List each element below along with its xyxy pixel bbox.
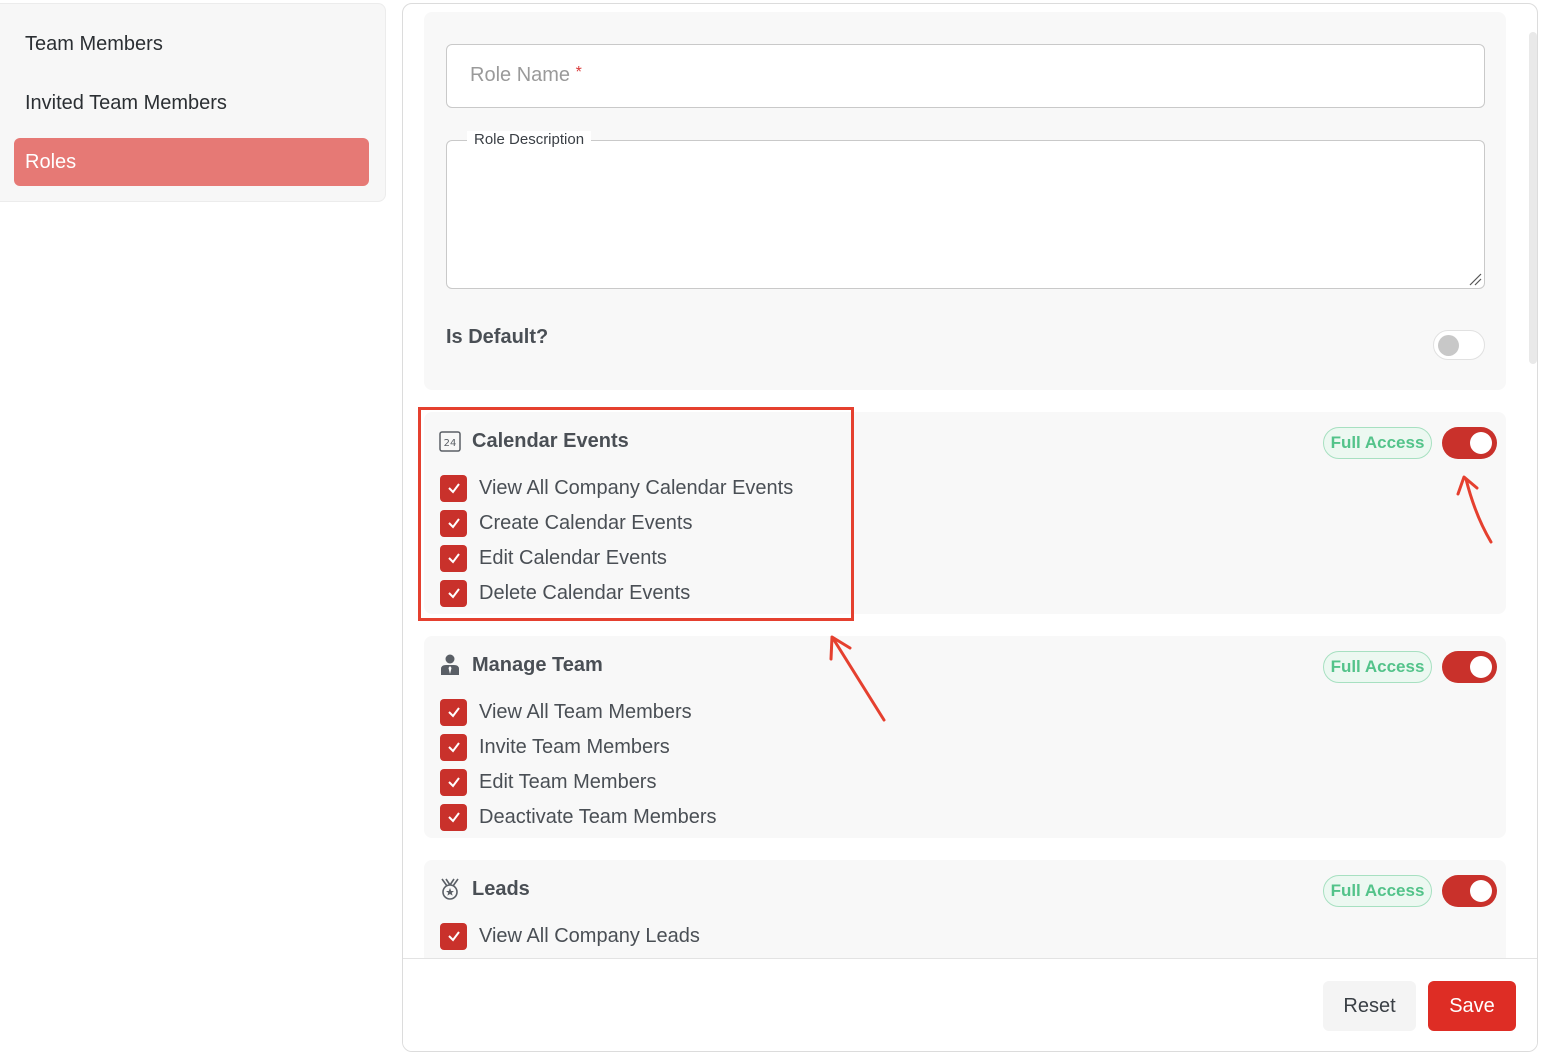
permission-row[interactable]: Edit Calendar Events <box>440 544 667 572</box>
checkbox-checked[interactable] <box>440 733 467 761</box>
permission-row[interactable]: Edit Team Members <box>440 768 656 796</box>
permission-card-manage-team: Manage Team Full Access View All Team Me… <box>424 636 1506 838</box>
permission-label: Invite Team Members <box>479 735 670 758</box>
permission-row[interactable]: Create Calendar Events <box>440 509 692 537</box>
team-member-icon <box>441 654 459 675</box>
save-button[interactable]: Save <box>1428 981 1516 1031</box>
resize-grip-icon[interactable] <box>1468 272 1482 286</box>
permission-title: Calendar Events <box>472 430 629 452</box>
required-mark: * <box>575 64 582 81</box>
check-icon <box>447 518 460 529</box>
sidebar-item-team-members[interactable]: Team Members <box>14 20 369 68</box>
sidebar-item-invited-team-members[interactable]: Invited Team Members <box>14 79 369 127</box>
permission-label: View All Team Members <box>479 700 692 723</box>
checkbox-checked[interactable] <box>440 544 467 572</box>
permission-label: Edit Team Members <box>479 770 657 793</box>
check-icon <box>447 931 460 942</box>
vertical-scrollbar[interactable] <box>1529 32 1537 364</box>
permission-label: Create Calendar Events <box>479 511 693 534</box>
checkbox-checked[interactable] <box>440 509 467 537</box>
role-name-placeholder: Role Name * <box>470 64 582 86</box>
check-icon <box>447 483 460 494</box>
form-footer: Reset Save <box>403 958 1537 1051</box>
medal-icon <box>441 878 459 900</box>
calendar-events-toggle[interactable] <box>1442 427 1497 459</box>
checkbox-checked[interactable] <box>440 698 467 726</box>
calendar-24-icon: 24 <box>439 431 461 452</box>
role-details-card: Role Name * Role Description Is Default? <box>424 12 1506 390</box>
toggle-knob <box>1470 880 1492 902</box>
permission-label: Edit Calendar Events <box>479 546 667 569</box>
leads-toggle[interactable] <box>1442 875 1497 907</box>
check-icon <box>447 553 460 564</box>
permission-row[interactable]: View All Company Leads <box>440 922 700 950</box>
permission-title: Manage Team <box>472 654 603 676</box>
permission-row[interactable]: Invite Team Members <box>440 733 670 761</box>
checkbox-checked[interactable] <box>440 474 467 502</box>
role-description-label: Role Description <box>467 131 592 148</box>
sidebar-item-roles[interactable]: Roles <box>14 138 369 186</box>
permission-card-calendar-events: 24 Calendar Events Full Access View All … <box>424 412 1506 614</box>
checkbox-checked[interactable] <box>440 803 467 831</box>
check-icon <box>447 777 460 788</box>
role-form-scroll-area[interactable]: Role Name * Role Description Is Default?… <box>403 4 1527 958</box>
is-default-label: Is Default? <box>446 326 549 348</box>
permission-label: View All Company Calendar Events <box>479 476 794 499</box>
permission-label: Delete Calendar Events <box>479 581 691 604</box>
checkbox-checked[interactable] <box>440 922 467 950</box>
toggle-knob <box>1470 432 1492 454</box>
reset-button[interactable]: Reset <box>1323 981 1416 1031</box>
check-icon <box>447 812 460 823</box>
toggle-knob <box>1470 656 1492 678</box>
checkbox-checked[interactable] <box>440 579 467 607</box>
role-name-input[interactable]: Role Name * <box>446 44 1485 108</box>
check-icon <box>447 742 460 753</box>
full-access-badge: Full Access <box>1323 875 1432 907</box>
is-default-toggle[interactable] <box>1433 330 1485 360</box>
check-icon <box>447 588 460 599</box>
checkbox-checked[interactable] <box>440 768 467 796</box>
check-icon <box>447 707 460 718</box>
permission-row[interactable]: View All Team Members <box>440 698 692 726</box>
permission-row[interactable]: View All Company Calendar Events <box>440 474 793 502</box>
full-access-badge: Full Access <box>1323 427 1432 459</box>
role-description-textarea[interactable]: Role Description <box>446 131 1485 289</box>
manage-team-toggle[interactable] <box>1442 651 1497 683</box>
role-editor-panel: Role Name * Role Description Is Default?… <box>402 3 1538 1052</box>
settings-sidebar: Team Members Invited Team Members Roles <box>0 3 386 202</box>
permission-card-leads: Leads Full Access View All Company Leads <box>424 860 1506 958</box>
permission-row[interactable]: Deactivate Team Members <box>440 803 717 831</box>
toggle-knob <box>1438 335 1459 356</box>
permission-label: Deactivate Team Members <box>479 805 717 828</box>
permission-row[interactable]: Delete Calendar Events <box>440 579 690 607</box>
permission-label: View All Company Leads <box>479 924 700 947</box>
svg-text:24: 24 <box>444 438 457 449</box>
permission-title: Leads <box>472 878 530 900</box>
full-access-badge: Full Access <box>1323 651 1432 683</box>
